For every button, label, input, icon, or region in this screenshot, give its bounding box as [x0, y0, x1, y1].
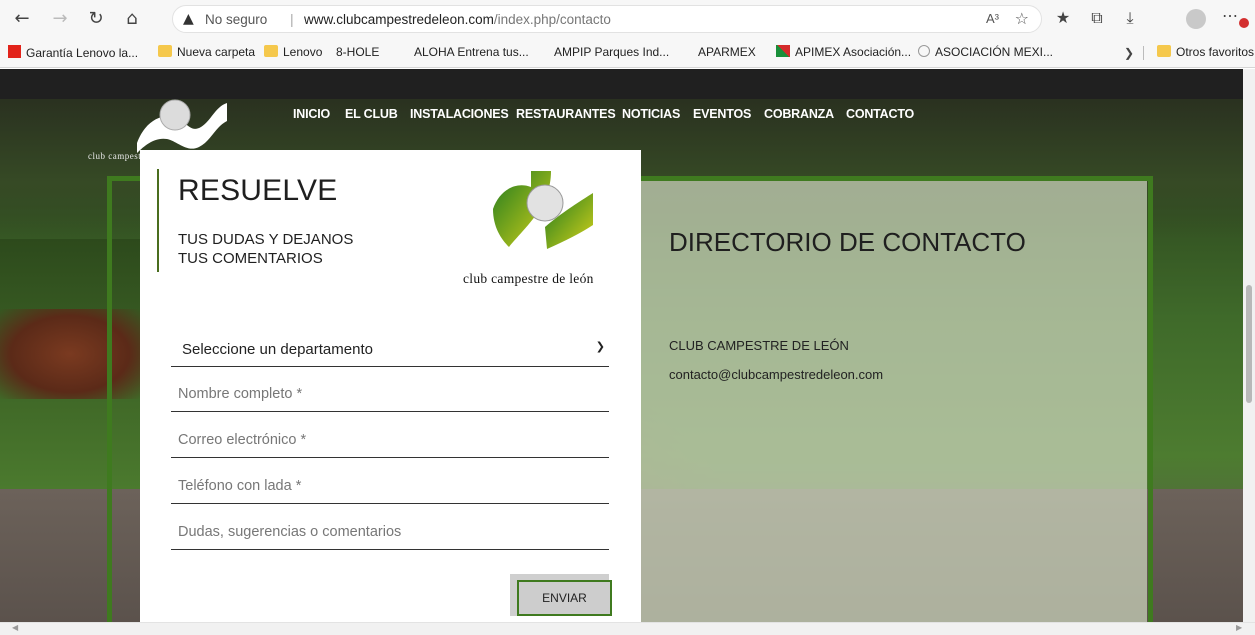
bookmark-item[interactable]: Nueva carpeta	[158, 45, 255, 63]
name-input[interactable]	[171, 376, 609, 412]
directory-email[interactable]: contacto@clubcampestredeleon.com	[669, 367, 883, 382]
club-campestre-logo-icon	[493, 171, 593, 249]
bookmark-label: Garantía Lenovo la...	[26, 46, 139, 60]
bookmark-label: ALOHA Entrena tus...	[414, 45, 529, 59]
url-text[interactable]: www.clubcampestredeleon.com/index.php/co…	[304, 12, 611, 27]
chevron-right-icon[interactable]: ❯	[1124, 46, 1134, 60]
nav-contacto[interactable]: CONTACTO	[846, 107, 914, 121]
nav-inicio[interactable]: INICIO	[293, 107, 330, 121]
other-favorites-label: Otros favoritos	[1176, 45, 1255, 59]
bookmark-label: ASOCIACIÓN MEXI...	[935, 45, 1054, 59]
read-aloud-icon[interactable]: A³	[986, 11, 999, 26]
bookmark-item[interactable]: ASOCIACIÓN MEXI...	[918, 45, 1053, 63]
url-host: www.clubcampestredeleon.com	[304, 12, 494, 27]
bookmark-label: APARMEX	[698, 45, 756, 59]
nav-el-club[interactable]: EL CLUB	[345, 107, 398, 121]
form-subtitle-line-1: TUS DUDAS Y DEJANOS	[178, 231, 354, 248]
browser-chrome: ← → ↻ ⌂ ▲ No seguro | www.clubcampestred…	[0, 0, 1255, 127]
url-path: /index.php/contacto	[493, 12, 611, 27]
bookmark-label: 8-HOLE	[336, 45, 380, 59]
refresh-icon[interactable]: ↻	[82, 6, 110, 32]
bookmark-item[interactable]: APIMEX Asociación...	[776, 45, 911, 63]
more-options-icon[interactable]: ⋯	[1222, 6, 1238, 26]
favorites-icon[interactable]: ★	[1051, 8, 1075, 30]
bookmark-item[interactable]: Lenovo	[264, 45, 322, 63]
comments-input[interactable]	[171, 514, 609, 550]
notification-badge	[1239, 18, 1249, 28]
bookmark-item[interactable]: AMPIP Parques Ind...	[554, 45, 670, 127]
bookmark-label: Lenovo	[283, 45, 323, 59]
horizontal-scrollbar[interactable]	[0, 622, 1255, 635]
collections-icon[interactable]: ⧉	[1085, 8, 1109, 30]
apimex-icon	[776, 45, 790, 57]
bookmark-item[interactable]: Garantía Lenovo la...	[8, 45, 138, 63]
heading-accent-line	[157, 169, 159, 272]
nav-cobranza[interactable]: COBRANZA	[764, 107, 834, 121]
form-title: RESUELVE	[178, 174, 338, 207]
forward-arrow-icon[interactable]: →	[46, 6, 74, 32]
folder-icon	[1157, 45, 1171, 57]
add-favorite-icon[interactable]: ☆	[1015, 9, 1029, 28]
bookmark-item[interactable]: ALOHA Entrena tus...	[414, 45, 529, 127]
comments-field[interactable]	[171, 514, 609, 550]
download-icon[interactable]: ⤓	[1118, 8, 1142, 30]
bookmarks-bar: Garantía Lenovo la... Nueva carpeta Leno…	[0, 40, 1255, 127]
phone-input[interactable]	[171, 468, 609, 504]
directory-club-name: CLUB CAMPESTRE DE LEÓN	[669, 338, 849, 353]
form-subtitle-line-2: TUS COMENTARIOS	[178, 250, 323, 267]
security-label[interactable]: No seguro	[205, 12, 267, 27]
scroll-left-arrow-icon[interactable]: ◀	[12, 623, 18, 632]
nav-restaurantes[interactable]: RESTAURANTES	[516, 107, 616, 121]
directory-title: DIRECTORIO DE CONTACTO	[669, 227, 1026, 257]
amx-icon	[918, 45, 930, 57]
address-bar[interactable]: ▲ No seguro | www.clubcampestredeleon.co…	[172, 5, 1042, 33]
email-field[interactable]	[171, 422, 609, 458]
submit-button[interactable]: ENVIAR	[517, 580, 612, 616]
bookmark-item[interactable]: 8-HOLE	[336, 45, 380, 127]
nav-instalaciones[interactable]: INSTALACIONES	[410, 107, 509, 121]
email-input[interactable]	[171, 422, 609, 458]
back-arrow-icon[interactable]: ←	[8, 6, 36, 32]
bookmark-item[interactable]: APARMEX	[698, 45, 756, 127]
lenovo-icon	[8, 45, 21, 58]
form-logo-caption: club campestre de león	[463, 271, 594, 286]
profile-avatar[interactable]	[1186, 9, 1206, 29]
address-separator: |	[290, 11, 294, 27]
web-page: club campestre de león INICIO EL CLUB IN…	[0, 69, 1243, 622]
nav-noticias[interactable]: NOTICIAS	[622, 107, 680, 121]
other-favorites[interactable]: Otros favoritos	[1157, 45, 1254, 63]
bookmark-label: APIMEX Asociación...	[795, 45, 912, 59]
folder-icon	[158, 45, 172, 57]
name-field[interactable]	[171, 376, 609, 412]
folder-icon	[264, 45, 278, 57]
bookmark-label: AMPIP Parques Ind...	[554, 45, 670, 59]
bookmarks-divider	[1143, 46, 1144, 60]
phone-field[interactable]	[171, 468, 609, 504]
form-subtitle: TUS DUDAS Y DEJANOS TUS COMENTARIOS	[178, 230, 353, 268]
bookmark-label: Nueva carpeta	[177, 45, 256, 59]
home-icon[interactable]: ⌂	[118, 6, 146, 32]
department-select[interactable]: Seleccione un departamento	[171, 331, 609, 367]
department-select-field[interactable]: Seleccione un departamento ❯	[171, 331, 609, 367]
warning-icon[interactable]: ▲	[183, 11, 194, 27]
scroll-right-arrow-icon[interactable]: ▶	[1236, 623, 1242, 632]
vertical-scrollbar-thumb[interactable]	[1246, 285, 1252, 403]
nav-eventos[interactable]: EVENTOS	[693, 107, 751, 121]
browser-toolbar: ← → ↻ ⌂ ▲ No seguro | www.clubcampestred…	[0, 0, 1255, 38]
